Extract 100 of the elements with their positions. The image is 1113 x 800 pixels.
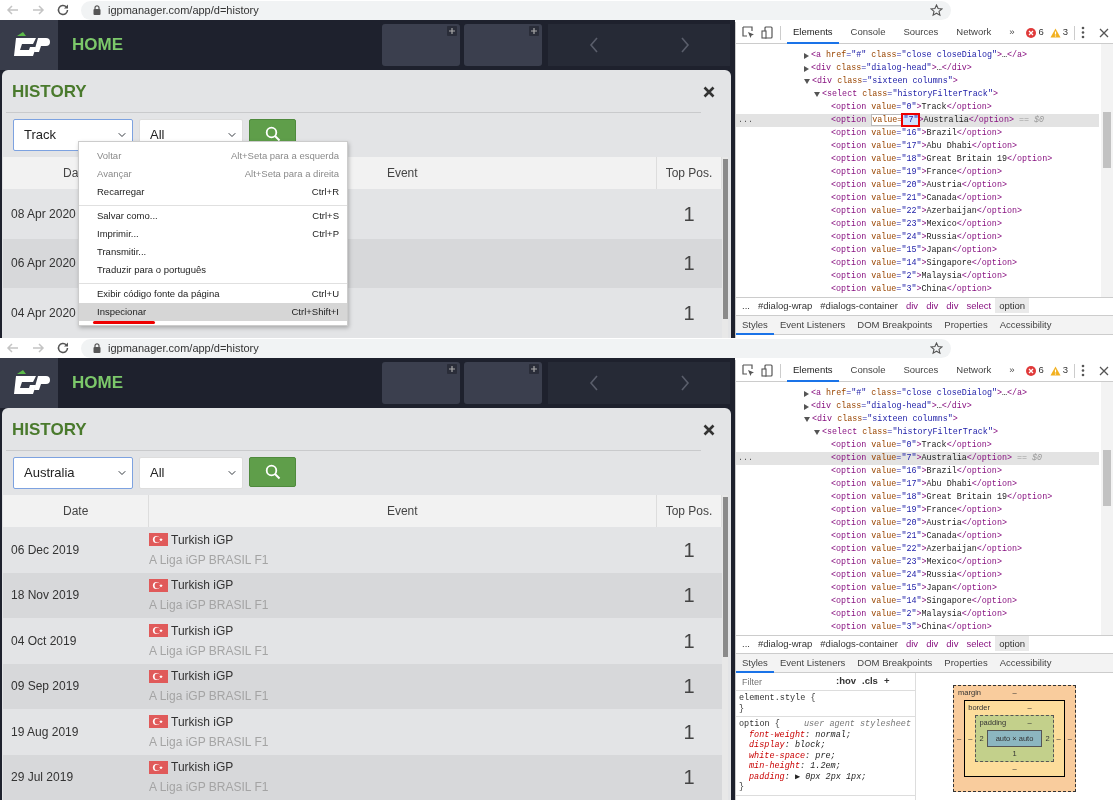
code-line[interactable]: <option value="16">Brazil</option>: [831, 465, 1002, 478]
devtools-subtab[interactable]: Event Listeners: [773, 315, 852, 335]
column-header[interactable]: Date: [3, 495, 148, 527]
reload-icon[interactable]: [56, 3, 70, 17]
device-icon[interactable]: [761, 364, 774, 377]
more-tabs-button[interactable]: »: [1003, 360, 1021, 382]
code-line[interactable]: <option value="15">Japan</option>: [831, 582, 997, 595]
devtools-subtab[interactable]: Event Listeners: [773, 653, 852, 673]
scrollbar[interactable]: [1101, 44, 1113, 297]
toolbar-button[interactable]: :hov: [836, 674, 857, 689]
code-line[interactable]: <div class="sixteen columns">: [812, 413, 958, 426]
breadcrumb-item[interactable]: #dialogs-container: [816, 298, 902, 313]
code-line[interactable]: <option value="23">Mexico</option>: [831, 218, 1002, 231]
devtools-tab[interactable]: Sources: [897, 360, 945, 382]
code-line[interactable]: <option value="21">Canada</option>: [831, 530, 1002, 543]
code-line[interactable]: <select class="historyFilterTrack">: [822, 426, 998, 439]
column-header[interactable]: Top Pos.: [656, 157, 722, 189]
breadcrumb-item[interactable]: ...: [738, 636, 754, 651]
nav-title[interactable]: HOME: [72, 370, 123, 396]
devtools-tab[interactable]: Network: [950, 360, 998, 382]
code-line[interactable]: <div class="dialog-head">…</div>: [811, 400, 972, 413]
disclosure-triangle-icon[interactable]: [804, 79, 810, 84]
devtools-tab[interactable]: Network: [950, 22, 998, 44]
code-line[interactable]: <option value="0">Track</option>: [831, 439, 992, 452]
breadcrumb-item[interactable]: #dialogs-container: [816, 636, 902, 651]
toolbar-button[interactable]: +: [883, 674, 890, 689]
inspect-icon[interactable]: [742, 364, 755, 377]
code-line[interactable]: <option value="24">Russia</option>: [831, 569, 1002, 582]
code-line[interactable]: <div class="dialog-head">…</div>: [811, 62, 972, 75]
disclosure-triangle-icon[interactable]: [804, 65, 809, 72]
reload-icon[interactable]: [56, 341, 70, 355]
code-line[interactable]: <option value="3">China</option>: [831, 621, 992, 634]
breadcrumb-item[interactable]: div: [922, 298, 943, 313]
code-line[interactable]: <option value="0">Track</option>: [831, 101, 992, 114]
device-icon[interactable]: [761, 26, 774, 39]
code-line[interactable]: <option value="17">Abu Dhabi</option>: [831, 478, 1017, 491]
code-line[interactable]: <select class="historyFilterTrack">: [822, 88, 998, 101]
devtools-subtab[interactable]: Styles: [736, 653, 774, 673]
code-line[interactable]: <a href="#" class="close closeDialog">…</a>: [811, 49, 1028, 62]
plus-icon[interactable]: [529, 364, 539, 374]
more-icon[interactable]: ...: [738, 114, 754, 127]
breadcrumb-item[interactable]: option: [995, 298, 1030, 313]
devtools-subtab[interactable]: Properties: [938, 653, 994, 673]
code-line[interactable]: <option value="2">Malaysia</option>: [831, 608, 1007, 621]
code-line[interactable]: <option value="22">Azerbaijan</option>: [831, 543, 1023, 556]
code-line[interactable]: <option value="20">Austria</option>: [831, 517, 1007, 530]
toolbar-button[interactable]: .cls: [862, 674, 878, 689]
class-select[interactable]: All: [139, 457, 243, 489]
breadcrumb-item[interactable]: ...: [738, 298, 754, 313]
logo-icon[interactable]: [0, 20, 58, 70]
close-icon[interactable]: [703, 86, 715, 98]
devtools-tab[interactable]: Elements: [786, 360, 839, 382]
devtools-subtab[interactable]: Styles: [736, 315, 774, 335]
code-line[interactable]: <option value="19">France</option>: [831, 166, 1002, 179]
scrollbar[interactable]: [722, 157, 728, 338]
more-icon[interactable]: ...: [738, 452, 754, 465]
devtools-subtab[interactable]: Accessibility: [993, 315, 1058, 335]
breadcrumb-item[interactable]: div: [922, 636, 943, 651]
code-line[interactable]: <option value="22">Azerbaijan</option>: [831, 205, 1023, 218]
code-line[interactable]: <option value="2">Malaysia</option>: [831, 270, 1007, 283]
plus-icon[interactable]: [447, 26, 457, 36]
disclosure-triangle-icon[interactable]: [814, 92, 820, 97]
more-tabs-button[interactable]: »: [1003, 22, 1021, 44]
breadcrumb-item[interactable]: div: [901, 298, 923, 313]
devtools-subtab[interactable]: DOM Breakpoints: [851, 653, 939, 673]
search-button[interactable]: [249, 457, 296, 487]
warning-count[interactable]: 3: [1062, 363, 1069, 378]
code-line[interactable]: <option value="16">Brazil</option>: [831, 127, 1002, 140]
devtools-tab[interactable]: Sources: [897, 22, 945, 44]
breadcrumb-item[interactable]: div: [901, 636, 923, 651]
breadcrumb-item[interactable]: div: [942, 636, 963, 651]
logo-icon[interactable]: [0, 358, 58, 408]
code-line[interactable]: <option value="24">Russia</option>: [831, 231, 1002, 244]
address-bar[interactable]: igpmanager.com/app/d=history: [81, 0, 951, 20]
close-icon[interactable]: [1099, 27, 1109, 38]
devtools-tab[interactable]: Console: [844, 22, 892, 44]
code-line[interactable]: <option value="14">Singapore</option>: [831, 595, 1017, 608]
error-count[interactable]: 6: [1038, 363, 1044, 378]
code-line[interactable]: <option value="20">Austria</option>: [831, 179, 1007, 192]
code-line[interactable]: <option value="18">Great Britain 19</option>: [831, 153, 1053, 166]
breadcrumb-item[interactable]: option: [995, 636, 1030, 651]
disclosure-triangle-icon[interactable]: [804, 390, 809, 397]
code-line[interactable]: <option value="18">Great Britain 19</option>: [831, 491, 1053, 504]
code-line[interactable]: <option value="15">Japan</option>: [831, 244, 997, 257]
bookmark-star-icon[interactable]: [930, 3, 943, 17]
devtools-subtab[interactable]: Accessibility: [993, 653, 1058, 673]
code-line[interactable]: <option value="21">Canada</option>: [831, 192, 1002, 205]
code-line[interactable]: <a href="#" class="close closeDialog">…</a>: [811, 387, 1028, 400]
code-line[interactable]: <div class="sixteen columns">: [812, 75, 958, 88]
address-bar[interactable]: igpmanager.com/app/d=history: [81, 338, 951, 358]
disclosure-triangle-icon[interactable]: [804, 52, 809, 59]
breadcrumb-item[interactable]: select: [962, 298, 996, 313]
plus-icon[interactable]: [529, 26, 539, 36]
disclosure-triangle-icon[interactable]: [804, 403, 809, 410]
plus-icon[interactable]: [447, 364, 457, 374]
scrollbar[interactable]: [722, 495, 728, 800]
menu-item[interactable]: Inspecionar Ctrl+Shift+I: [79, 303, 347, 321]
nav-title[interactable]: HOME: [72, 32, 123, 58]
disclosure-triangle-icon[interactable]: [804, 417, 810, 422]
code-line[interactable]: <option value="19">France</option>: [831, 504, 1002, 517]
